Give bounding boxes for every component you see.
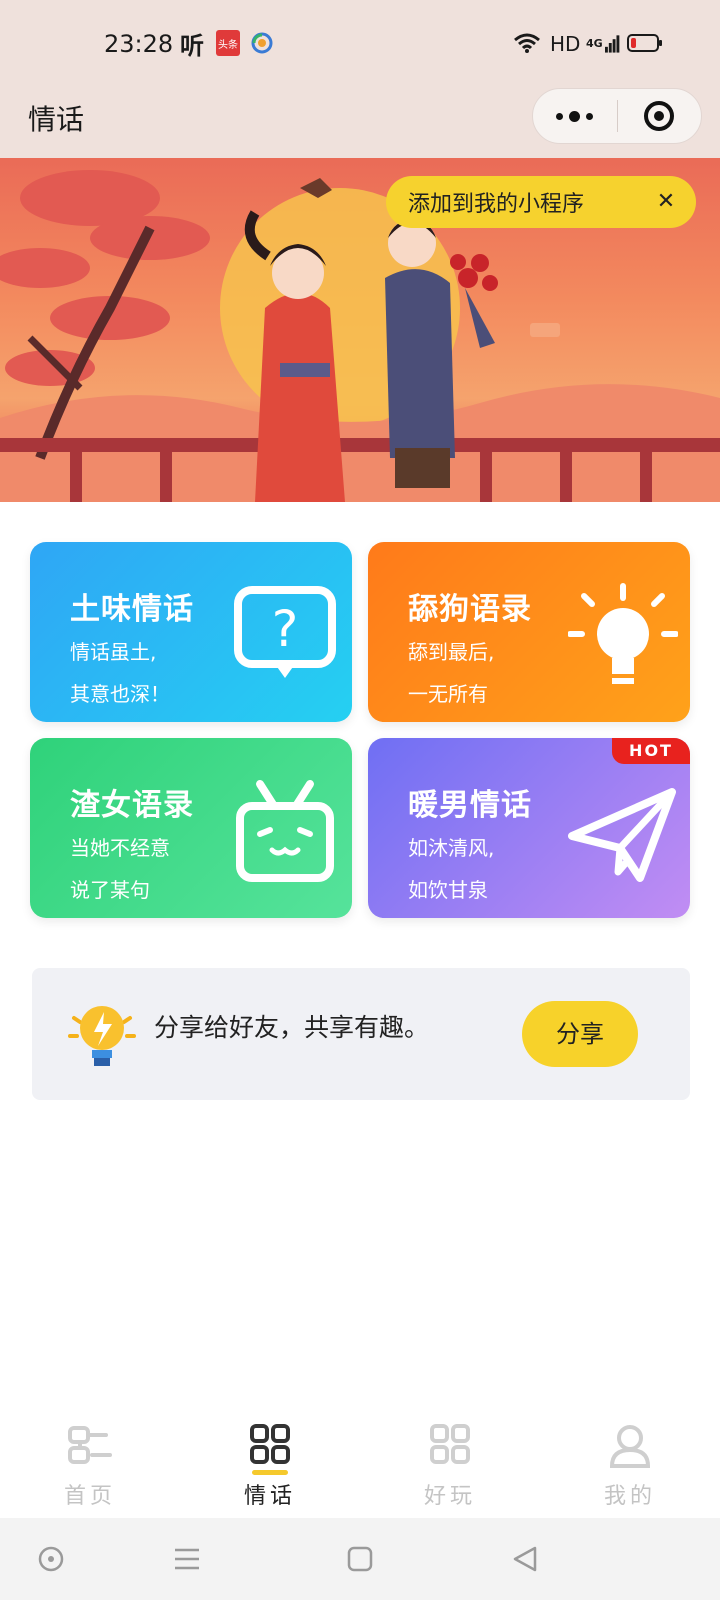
signal-icon: 4G (586, 30, 620, 56)
top-area: 23:28 听 头条 HD 4G 情话 (0, 0, 720, 158)
add-to-my-mini-program-tip[interactable]: 添加到我的小程序 ✕ (386, 176, 696, 228)
page-title: 情话 (28, 103, 85, 136)
network-hd-label: HD (550, 32, 581, 56)
battery-low-icon (626, 30, 664, 56)
banner-illustration[interactable]: 添加到我的小程序 ✕ (0, 158, 720, 502)
grid-icon (430, 1424, 470, 1464)
user-icon (609, 1425, 651, 1468)
card-tiangou-yulu[interactable]: 舔狗语录 舔到最后, 一无所有 (368, 542, 690, 722)
svg-text:?: ? (272, 600, 299, 658)
card-subtitle-line2: 其意也深！ (70, 682, 170, 706)
link-icon (68, 1426, 112, 1464)
network-gen-label: 4G (586, 36, 603, 50)
card-title: 渣女语录 (70, 788, 194, 823)
card-subtitle-line1: 情话虽土, (70, 640, 157, 664)
share-button[interactable]: 分享 (522, 1001, 638, 1067)
card-subtitle-line1: 舔到最后, (408, 640, 495, 664)
bulb-lightning-icon (68, 1006, 136, 1066)
target-circle-icon[interactable] (618, 88, 702, 144)
grid-icon (250, 1424, 290, 1464)
system-navigation-bar (0, 1518, 720, 1600)
tab-label: 情话 (243, 1484, 296, 1509)
card-zhanv-yulu[interactable]: 渣女语录 当她不经意 说了某句 (30, 738, 352, 918)
browser-app-icon (250, 30, 274, 56)
paper-plane-icon (568, 788, 676, 882)
mini-program-capsule (532, 88, 702, 144)
toutiao-app-icon: 头条 (216, 30, 240, 56)
card-subtitle-line2: 说了某句 (70, 878, 150, 902)
tab-qinghua[interactable]: 情话 (180, 1408, 360, 1518)
card-subtitle-line2: 如饮甘泉 (408, 878, 488, 902)
bottom-tab-bar: 首页 情话 好玩 我的 (0, 1408, 720, 1518)
tab-label: 首页 (63, 1484, 116, 1509)
assistant-circle-icon[interactable] (34, 1542, 68, 1576)
active-tab-underline (252, 1470, 288, 1475)
lightbulb-icon (568, 583, 678, 684)
back-triangle-icon[interactable] (508, 1542, 542, 1576)
card-title: 土味情话 (70, 592, 194, 627)
question-bubble-icon: ? (234, 586, 336, 678)
more-dots-icon[interactable] (533, 88, 617, 144)
card-subtitle-line2: 一无所有 (408, 682, 488, 706)
tab-label: 我的 (603, 1484, 656, 1509)
home-square-icon[interactable] (343, 1542, 377, 1576)
card-title: 舔狗语录 (408, 592, 532, 627)
tab-mine[interactable]: 我的 (540, 1408, 720, 1518)
status-time: 23:28 (104, 30, 174, 58)
close-icon[interactable]: ✕ (654, 190, 678, 214)
card-subtitle-line1: 如沐清风, (408, 836, 495, 860)
add-tip-label: 添加到我的小程序 (408, 192, 585, 217)
hot-badge: HOT (612, 738, 690, 764)
card-title: 暖男情话 (408, 788, 532, 823)
card-tuwei-qinghua[interactable]: 土味情话 情话虽土, 其意也深！ ? (30, 542, 352, 722)
tab-label: 好玩 (423, 1484, 476, 1509)
card-nuannan-qinghua[interactable]: HOT 暖男情话 如沐清风, 如饮甘泉 (368, 738, 690, 918)
menu-icon[interactable] (170, 1542, 204, 1576)
status-bar: 23:28 听 头条 HD 4G (0, 0, 720, 90)
ting-app-icon: 听 (180, 31, 204, 60)
card-subtitle-line1: 当她不经意 (70, 836, 170, 860)
share-bar: 分享给好友，共享有趣。 分享 (32, 968, 690, 1100)
tv-face-icon (236, 780, 334, 882)
wifi-icon (512, 30, 542, 56)
share-text: 分享给好友，共享有趣。 (154, 1013, 430, 1042)
tab-haowan[interactable]: 好玩 (360, 1408, 540, 1518)
tab-home[interactable]: 首页 (0, 1408, 180, 1518)
